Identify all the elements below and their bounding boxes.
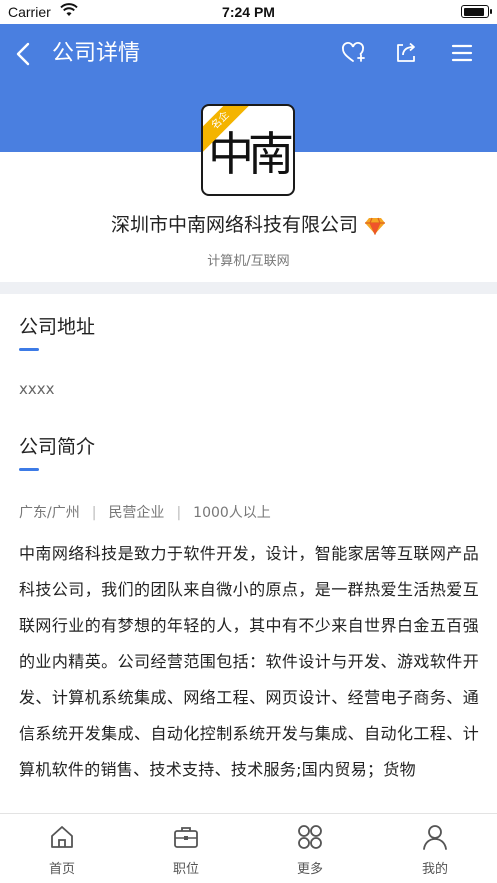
briefcase-icon (174, 827, 198, 848)
meta-separator: | (91, 505, 97, 521)
company-size: 1000人以上 (193, 505, 271, 521)
company-industry: 计算机/互联网 (207, 254, 290, 269)
bottom-tab-bar: 首页 职位 更多 我的 (0, 813, 497, 883)
company-name: 深圳市中南网络科技有限公司 (0, 210, 497, 237)
section-divider (0, 282, 497, 294)
more-grid-icon (298, 825, 322, 849)
intro-section-accent (19, 468, 39, 471)
company-address: xxxx (19, 380, 55, 398)
company-meta: 广东/广州 | 民营企业 | 1000人以上 (19, 502, 271, 522)
clock: 7:24 PM (222, 4, 275, 20)
back-arrow-icon[interactable] (12, 40, 36, 68)
battery-icon (461, 5, 492, 18)
company-type: 民营企业 (108, 505, 165, 521)
intro-section-title: 公司简介 (19, 436, 96, 458)
tab-jobs-label: 职位 (172, 862, 199, 877)
tab-home-label: 首页 (48, 862, 75, 877)
tab-more[interactable]: 更多 (248, 814, 372, 883)
status-bar: Carrier 7:24 PM (0, 0, 497, 24)
user-icon (423, 825, 447, 850)
tab-jobs[interactable]: 职位 (124, 814, 248, 883)
company-intro-text: 中南网络科技是致力于软件开发，设计，智能家居等互联网产品科技公司，我们的团队来自… (19, 544, 479, 779)
tab-mine[interactable]: 我的 (373, 814, 497, 883)
address-section-accent (19, 348, 39, 351)
diamond-icon (365, 217, 385, 235)
tab-more-label: 更多 (296, 862, 323, 877)
company-location: 广东/广州 (19, 505, 80, 521)
home-icon (51, 826, 73, 848)
page-title: 公司详情 (52, 41, 141, 66)
tab-home[interactable]: 首页 (0, 814, 124, 883)
menu-icon[interactable] (449, 40, 475, 66)
tab-mine-label: 我的 (421, 862, 448, 877)
address-section-title: 公司地址 (19, 316, 96, 338)
share-icon[interactable] (393, 40, 419, 66)
company-logo: 中南 名企 (201, 104, 295, 196)
meta-separator: | (176, 505, 182, 521)
company-name-text: 深圳市中南网络科技有限公司 (110, 214, 358, 236)
company-detail-page: Carrier 7:24 PM 公司详情 中南 名企 深圳市中南网络科技有限公司… (0, 0, 497, 883)
heart-plus-icon[interactable] (340, 40, 366, 66)
